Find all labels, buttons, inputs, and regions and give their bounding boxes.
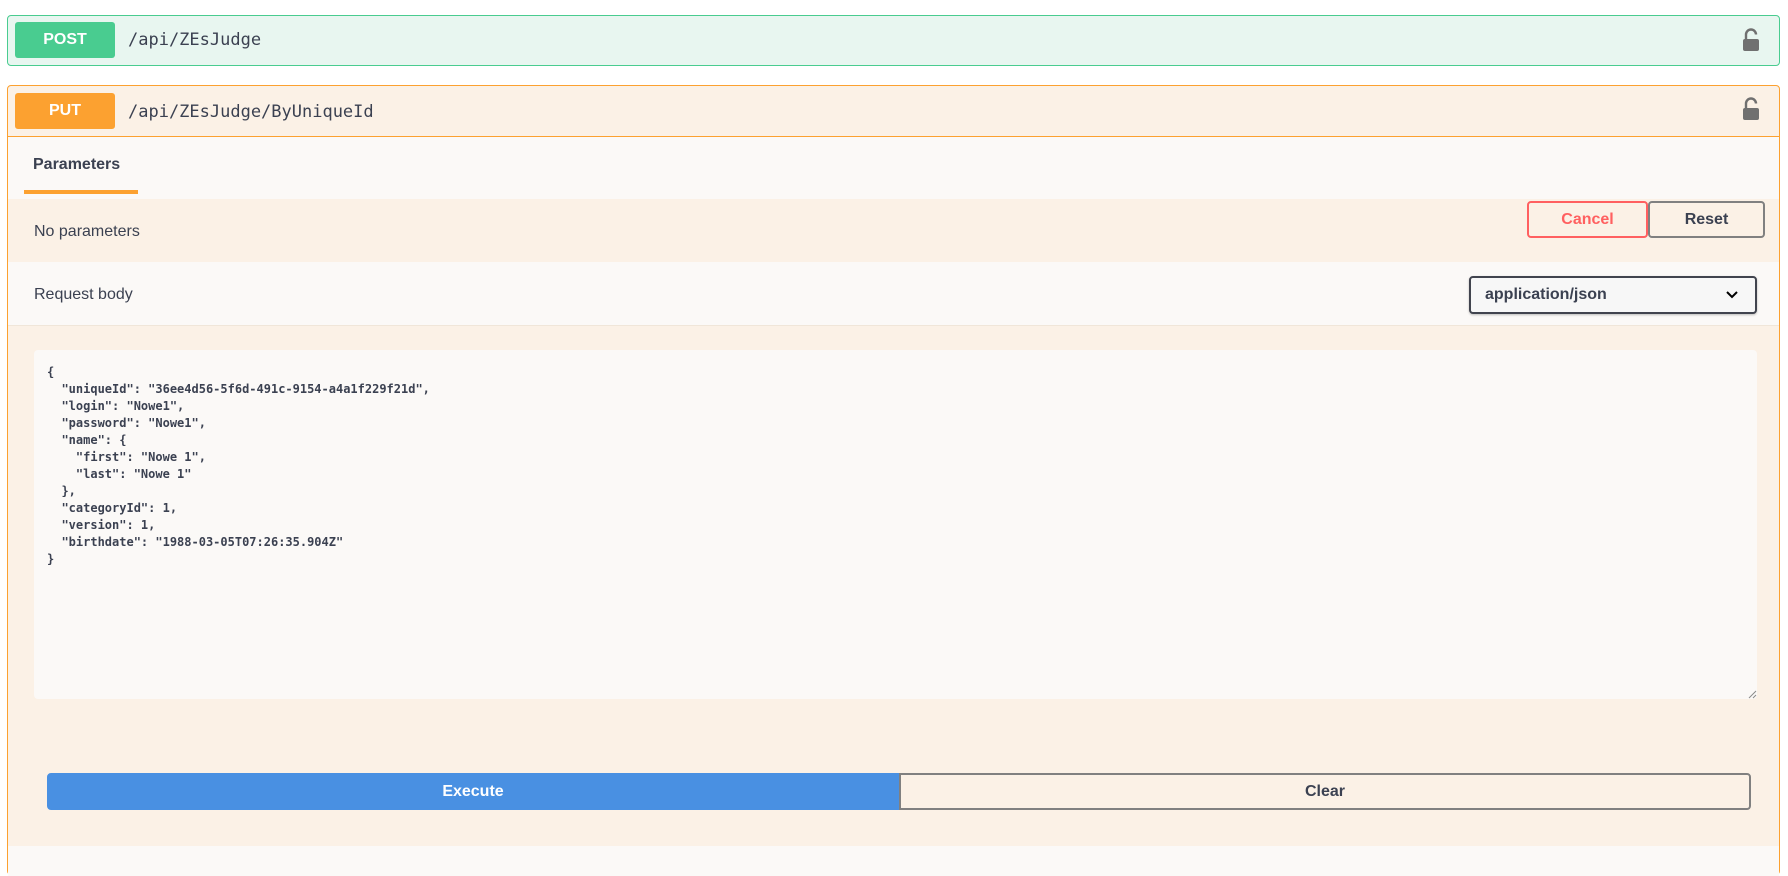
opblock-post: POST /api/ZEsJudge: [7, 15, 1780, 66]
resize-handle-icon[interactable]: [1747, 689, 1757, 699]
tab-parameters[interactable]: Parameters: [33, 156, 120, 174]
lock-open-icon[interactable]: [1741, 97, 1761, 121]
method-badge-put: PUT: [15, 93, 115, 129]
no-parameters-text: No parameters: [34, 223, 140, 240]
content-type-value: application/json: [1485, 286, 1607, 303]
request-body-editor[interactable]: { "uniqueId": "36ee4d56-5f6d-491c-9154-a…: [34, 350, 1757, 699]
parameters-tab-header: Parameters Cancel Reset: [8, 137, 1779, 238]
opblock-put: PUT /api/ZEsJudge/ByUniqueId Parameters …: [7, 85, 1780, 876]
tab-active-indicator: [24, 190, 138, 194]
endpoint-path-put: /api/ZEsJudge/ByUniqueId: [128, 102, 374, 122]
responses-section: [8, 846, 1779, 876]
lock-open-icon[interactable]: [1741, 28, 1761, 52]
request-body-header: Request body application/json: [8, 262, 1779, 326]
execute-button[interactable]: Execute: [47, 773, 899, 810]
method-badge-post: POST: [15, 22, 115, 58]
clear-button[interactable]: Clear: [899, 773, 1751, 810]
chevron-down-icon: [1726, 291, 1738, 299]
opblock-post-summary[interactable]: POST /api/ZEsJudge: [8, 16, 1779, 66]
endpoint-path-post: /api/ZEsJudge: [128, 30, 262, 50]
opblock-put-summary[interactable]: PUT /api/ZEsJudge/ByUniqueId: [8, 86, 1779, 137]
content-type-select[interactable]: application/json: [1469, 276, 1757, 314]
parameters-section: No parameters: [8, 199, 1779, 262]
request-body-label: Request body: [34, 286, 133, 303]
